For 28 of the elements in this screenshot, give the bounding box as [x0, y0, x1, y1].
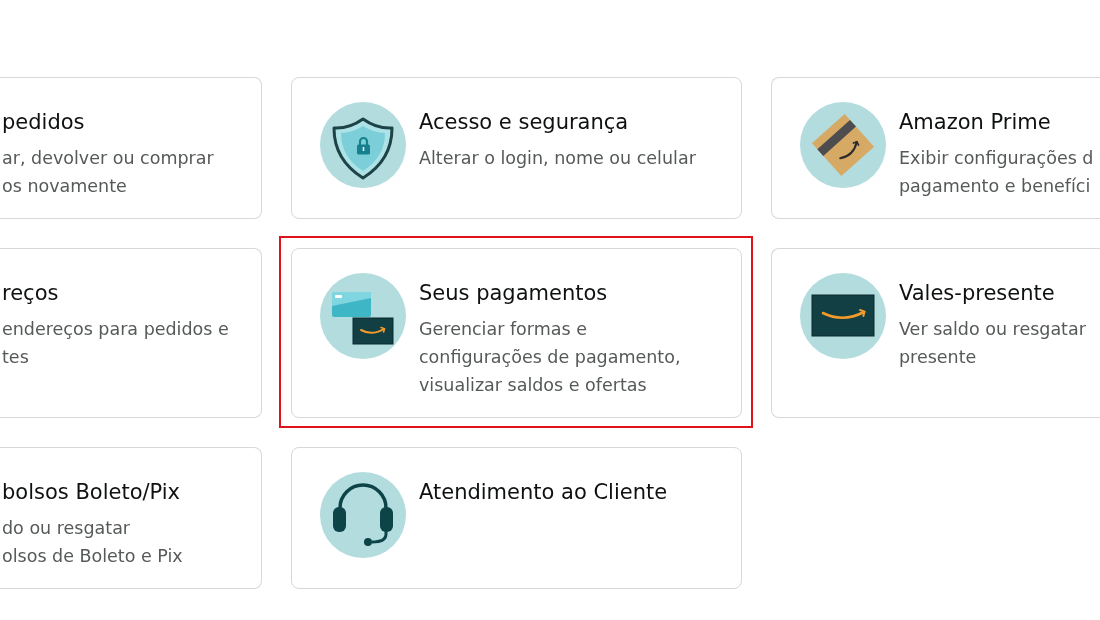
account-card[interactable]: bolsos Boleto/Pix do ou resgatar olsos de Boleto e Pix	[0, 447, 262, 589]
package-box-icon	[800, 102, 886, 188]
account-card[interactable]: Vales-presente Ver saldo ou resgatar presente	[771, 248, 1100, 418]
account-card[interactable]: pedidos ar, devolver ou comprar os novamente	[0, 77, 262, 219]
card-title: Acesso e segurança	[419, 109, 629, 136]
card-title: pedidos	[2, 109, 85, 136]
card-title: bolsos Boleto/Pix	[2, 479, 181, 506]
card-description: ar, devolver ou comprar os novamente	[2, 147, 214, 198]
payment-cards-icon	[320, 273, 406, 359]
account-card[interactable]: Seus pagamentos Gerenciar formas e configurações de pagamento, visualizar saldos e ofertas	[291, 248, 742, 418]
card-title: reços	[2, 280, 59, 307]
account-card[interactable]: reços endereços para pedidos e tes	[0, 248, 262, 418]
shield-lock-icon	[320, 102, 406, 188]
card-description: Ver saldo ou resgatar presente	[899, 318, 1086, 369]
card-title: Vales-presente	[899, 280, 1055, 307]
card-title: Amazon Prime	[899, 109, 1051, 136]
card-title: Seus pagamentos	[419, 280, 608, 307]
account-card[interactable]: Amazon Prime Exibir configurações d pagamento e benefíci	[771, 77, 1100, 219]
card-description: Alterar o login, nome ou celular	[419, 147, 696, 170]
account-card[interactable]: Atendimento ao Cliente	[291, 447, 742, 589]
card-description: Exibir configurações d pagamento e benefíci	[899, 147, 1094, 198]
headset-icon	[320, 472, 406, 558]
card-title: Atendimento ao Cliente	[419, 479, 668, 506]
gift-card-icon	[800, 273, 886, 359]
card-description: do ou resgatar olsos de Boleto e Pix	[2, 517, 183, 568]
account-card[interactable]: Acesso e segurança Alterar o login, nome ou celular	[291, 77, 742, 219]
card-description: endereços para pedidos e tes	[2, 318, 229, 369]
card-description: Gerenciar formas e configurações de pagamento, visualizar saldos e ofertas	[419, 318, 681, 397]
